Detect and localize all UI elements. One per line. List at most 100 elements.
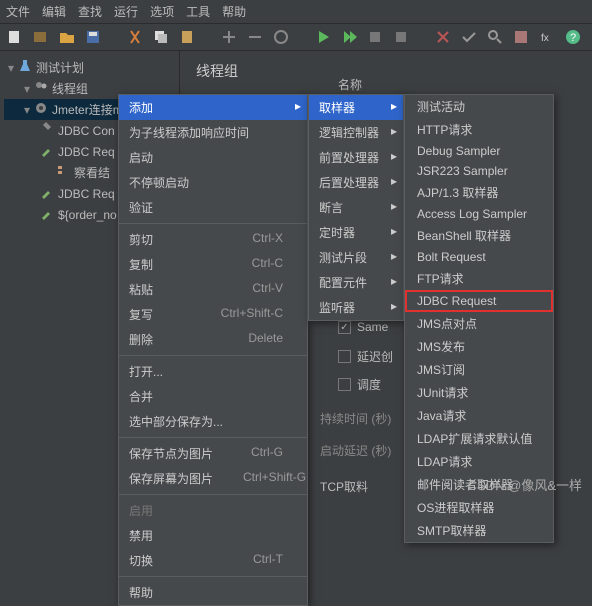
same-checkbox[interactable]: ✓ (338, 321, 351, 334)
context-menu-item[interactable]: 粘贴Ctrl-V (119, 277, 307, 302)
svg-text:fx: fx (541, 33, 549, 44)
clear-icon[interactable] (434, 28, 452, 46)
sampler-item[interactable]: JMS发布 (405, 335, 553, 358)
context-menu-item[interactable]: 选中部分保存为... (119, 409, 307, 434)
context-menu-item[interactable]: 验证 (119, 195, 307, 220)
sched-label: 调度 (357, 376, 381, 393)
tree-icon (56, 164, 70, 181)
sampler-item[interactable]: JMS点对点 (405, 312, 553, 335)
stop-icon[interactable] (366, 28, 384, 46)
context-menu-item[interactable]: 删除Delete (119, 327, 307, 352)
wrench-icon (40, 122, 54, 139)
templates-icon[interactable] (32, 28, 50, 46)
sampler-item[interactable]: 测试活动 (405, 95, 553, 118)
clear-all-icon[interactable] (460, 28, 478, 46)
context-menu-item[interactable]: 帮助 (119, 580, 307, 605)
context-menu-item[interactable]: 切换Ctrl-T (119, 548, 307, 573)
context-menu: 添加为子线程添加响应时间启动不停顿启动验证剪切Ctrl-X复制Ctrl-C粘贴C… (118, 94, 308, 606)
run-no-pause-icon[interactable] (340, 28, 358, 46)
sampler-item[interactable]: Java请求 (405, 404, 553, 427)
sampler-item[interactable]: Bolt Request (405, 247, 553, 267)
help-icon[interactable]: ? (564, 28, 582, 46)
svg-text:?: ? (570, 32, 576, 44)
context-menu-item[interactable]: 保存屏幕为图片Ctrl+Shift-G (119, 466, 307, 491)
name-label: 名称 (338, 76, 362, 93)
copy-icon[interactable] (152, 28, 170, 46)
sampler-item[interactable]: JSR223 Sampler (405, 161, 553, 181)
menu-item[interactable]: 工具 (186, 3, 210, 20)
sampler-item[interactable]: BeanShell 取样器 (405, 224, 553, 247)
context-menu-item[interactable]: 启用 (119, 498, 307, 523)
same-label: Same (357, 320, 388, 334)
sampler-item[interactable]: Access Log Sampler (405, 204, 553, 224)
context-menu-item[interactable]: 不停顿启动 (119, 170, 307, 195)
submenu-item[interactable]: 断言 (309, 195, 403, 220)
context-menu-item[interactable]: 启动 (119, 145, 307, 170)
context-menu-item[interactable]: 合并 (119, 384, 307, 409)
sampler-item[interactable]: LDAP请求 (405, 450, 553, 473)
context-menu-item[interactable]: 打开... (119, 359, 307, 384)
menu-item[interactable]: 查找 (78, 3, 102, 20)
menu-item[interactable]: 运行 (114, 3, 138, 20)
menu-item[interactable]: 编辑 (42, 3, 66, 20)
sampler-item[interactable]: OS进程取样器 (405, 496, 553, 519)
menu-item[interactable]: 文件 (6, 3, 30, 20)
search-icon[interactable] (486, 28, 504, 46)
delay-label: 延迟创 (357, 348, 393, 365)
submenu-item[interactable]: 后置处理器 (309, 170, 403, 195)
watermark: CSDN @像风&一样 (468, 475, 582, 494)
context-menu-item[interactable]: 复写Ctrl+Shift-C (119, 302, 307, 327)
users-icon (34, 80, 48, 97)
reset-search-icon[interactable] (512, 28, 530, 46)
save-icon[interactable] (84, 28, 102, 46)
context-menu-item[interactable]: 剪切Ctrl-X (119, 227, 307, 252)
tcp-label: TCP取料 (320, 478, 368, 495)
submenu-item[interactable]: 取样器 (309, 95, 403, 120)
submenu-item[interactable]: 逻辑控制器 (309, 120, 403, 145)
sampler-item[interactable]: HTTP请求 (405, 118, 553, 141)
delay-checkbox[interactable] (338, 350, 351, 363)
sampler-item[interactable]: JDBC Request (405, 290, 553, 312)
panel-title: 线程组 (196, 61, 576, 81)
open-icon[interactable] (58, 28, 76, 46)
cut-icon[interactable] (126, 28, 144, 46)
submenu-item[interactable]: 监听器 (309, 295, 403, 320)
shutdown-icon[interactable] (392, 28, 410, 46)
dropper-icon (40, 143, 54, 160)
collapse-icon[interactable] (246, 28, 264, 46)
expand-icon[interactable] (220, 28, 238, 46)
fn-icon[interactable]: fx (538, 28, 556, 46)
toolbar: fx ? (0, 24, 592, 51)
context-menu-item[interactable]: 为子线程添加响应时间 (119, 120, 307, 145)
sampler-item[interactable]: JUnit请求 (405, 381, 553, 404)
context-menu-item[interactable]: 保存节点为图片Ctrl-G (119, 441, 307, 466)
sampler-item[interactable]: JMS订阅 (405, 358, 553, 381)
tree-item[interactable]: ▾测试计划 (4, 57, 175, 78)
menu-item[interactable]: 选项 (150, 3, 174, 20)
submenu-item[interactable]: 测试片段 (309, 245, 403, 270)
sampler-item[interactable]: Debug Sampler (405, 141, 553, 161)
context-menu-item[interactable]: 复制Ctrl-C (119, 252, 307, 277)
menubar: 文件编辑查找运行选项工具帮助 (0, 0, 592, 24)
submenu-item[interactable]: 配置元件 (309, 270, 403, 295)
new-icon[interactable] (6, 28, 24, 46)
flask-icon (18, 59, 32, 76)
sampler-item[interactable]: LDAP扩展请求默认值 (405, 427, 553, 450)
duration-label: 持续时间 (秒) (320, 410, 391, 427)
sched-checkbox[interactable] (338, 378, 351, 391)
menu-item[interactable]: 帮助 (222, 3, 246, 20)
sampler-item[interactable]: SMTP取样器 (405, 519, 553, 542)
add-submenu: 取样器逻辑控制器前置处理器后置处理器断言定时器测试片段配置元件监听器 (308, 94, 404, 321)
context-menu-item[interactable]: 添加 (119, 95, 307, 120)
gear-icon (34, 101, 48, 118)
sampler-item[interactable]: AJP/1.3 取样器 (405, 181, 553, 204)
sampler-item[interactable]: FTP请求 (405, 267, 553, 290)
startup-label: 启动延迟 (秒) (320, 442, 391, 459)
submenu-item[interactable]: 前置处理器 (309, 145, 403, 170)
dropper-icon (40, 206, 54, 223)
toggle-icon[interactable] (272, 28, 290, 46)
run-icon[interactable] (314, 28, 332, 46)
paste-icon[interactable] (178, 28, 196, 46)
context-menu-item[interactable]: 禁用 (119, 523, 307, 548)
submenu-item[interactable]: 定时器 (309, 220, 403, 245)
